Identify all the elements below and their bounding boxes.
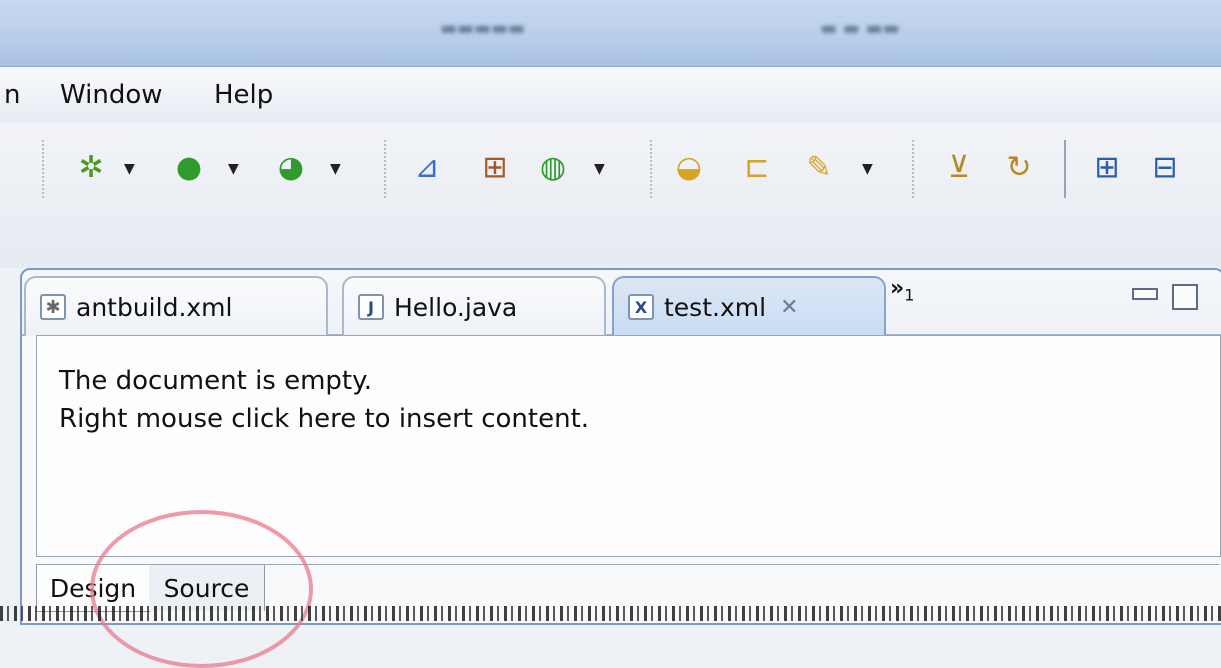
editor-tabstrip: ✱ antbuild.xml J Hello.java X test.xml ✕… <box>22 270 1221 336</box>
menu-item-window[interactable]: Window <box>60 80 163 110</box>
refresh-icon[interactable]: ↻ <box>1000 149 1038 187</box>
toolbar-separator <box>1064 140 1066 198</box>
ant-file-icon: ✱ <box>40 294 66 320</box>
tab-source[interactable]: Source <box>149 565 265 611</box>
tab-hello-java[interactable]: J Hello.java <box>342 276 606 336</box>
collapse-icon[interactable]: ⊟ <box>1146 149 1184 187</box>
menu-bar: n Window Help <box>0 67 1221 123</box>
expand-icon[interactable]: ⊞ <box>1088 149 1126 187</box>
pen-icon[interactable]: ✎ <box>800 149 838 187</box>
toolbar-separator <box>912 140 914 198</box>
build-icon[interactable]: ⊻ <box>940 149 978 187</box>
insert-hint: Right mouse click here to insert content… <box>59 404 590 434</box>
chevron-down-icon[interactable]: ▼ <box>862 161 873 177</box>
maximize-icon[interactable] <box>1172 284 1198 310</box>
minimize-icon[interactable] <box>1132 288 1158 300</box>
tab-test-xml[interactable]: X test.xml ✕ <box>612 276 886 336</box>
new-project-icon[interactable]: ⊿ <box>408 149 446 187</box>
chevron-down-icon[interactable]: ▼ <box>124 161 135 177</box>
empty-message: The document is empty. <box>59 366 373 396</box>
tab-overflow-button[interactable]: »1 <box>890 276 914 304</box>
tab-label: Hello.java <box>394 292 518 322</box>
new-class-icon[interactable]: ◍ <box>534 149 572 187</box>
run-icon[interactable]: ● <box>170 149 208 187</box>
menu-item-partial[interactable]: n <box>4 80 20 110</box>
new-package-icon[interactable]: ⊞ <box>476 149 514 187</box>
editor-area: ✱ antbuild.xml J Hello.java X test.xml ✕… <box>20 268 1221 625</box>
toolbar-separator <box>650 140 652 198</box>
title-blur-right: ▬ ▬ ▬▬ <box>820 18 900 39</box>
tab-label: test.xml <box>664 292 767 322</box>
tab-label: antbuild.xml <box>76 292 233 322</box>
tab-design[interactable]: Design <box>36 565 150 612</box>
toolbar-separator <box>42 140 44 198</box>
toolbar: ✲ ▼ ● ▼ ◕ ▼ ⊿ ⊞ ◍ ▼ ◒ ⊏ ✎ ▼ ⊻ ↻ ⊞ ⊟ <box>0 123 1221 268</box>
open-folder-icon[interactable]: ⊏ <box>738 149 776 187</box>
xml-file-icon: X <box>628 294 654 320</box>
chevron-down-icon[interactable]: ▼ <box>594 161 605 177</box>
status-strip <box>0 606 1221 621</box>
overflow-count: 1 <box>904 285 915 305</box>
debug-icon[interactable]: ✲ <box>72 149 110 187</box>
toolbar-separator <box>384 140 386 198</box>
close-icon[interactable]: ✕ <box>780 295 798 320</box>
overflow-icon: » <box>890 276 905 301</box>
chevron-down-icon[interactable]: ▼ <box>228 161 239 177</box>
open-type-icon[interactable]: ◒ <box>670 149 708 187</box>
chevron-down-icon[interactable]: ▼ <box>330 161 341 177</box>
external-tools-icon[interactable]: ◕ <box>272 149 310 187</box>
window-titlebar: ▬▬▬▬▬ ▬ ▬ ▬▬ <box>0 0 1221 67</box>
menu-item-help[interactable]: Help <box>214 80 273 110</box>
java-file-icon: J <box>358 294 384 320</box>
title-blur: ▬▬▬▬▬ <box>440 18 526 39</box>
tab-antbuild[interactable]: ✱ antbuild.xml <box>24 276 328 336</box>
design-canvas[interactable]: The document is empty. Right mouse click… <box>36 335 1221 557</box>
